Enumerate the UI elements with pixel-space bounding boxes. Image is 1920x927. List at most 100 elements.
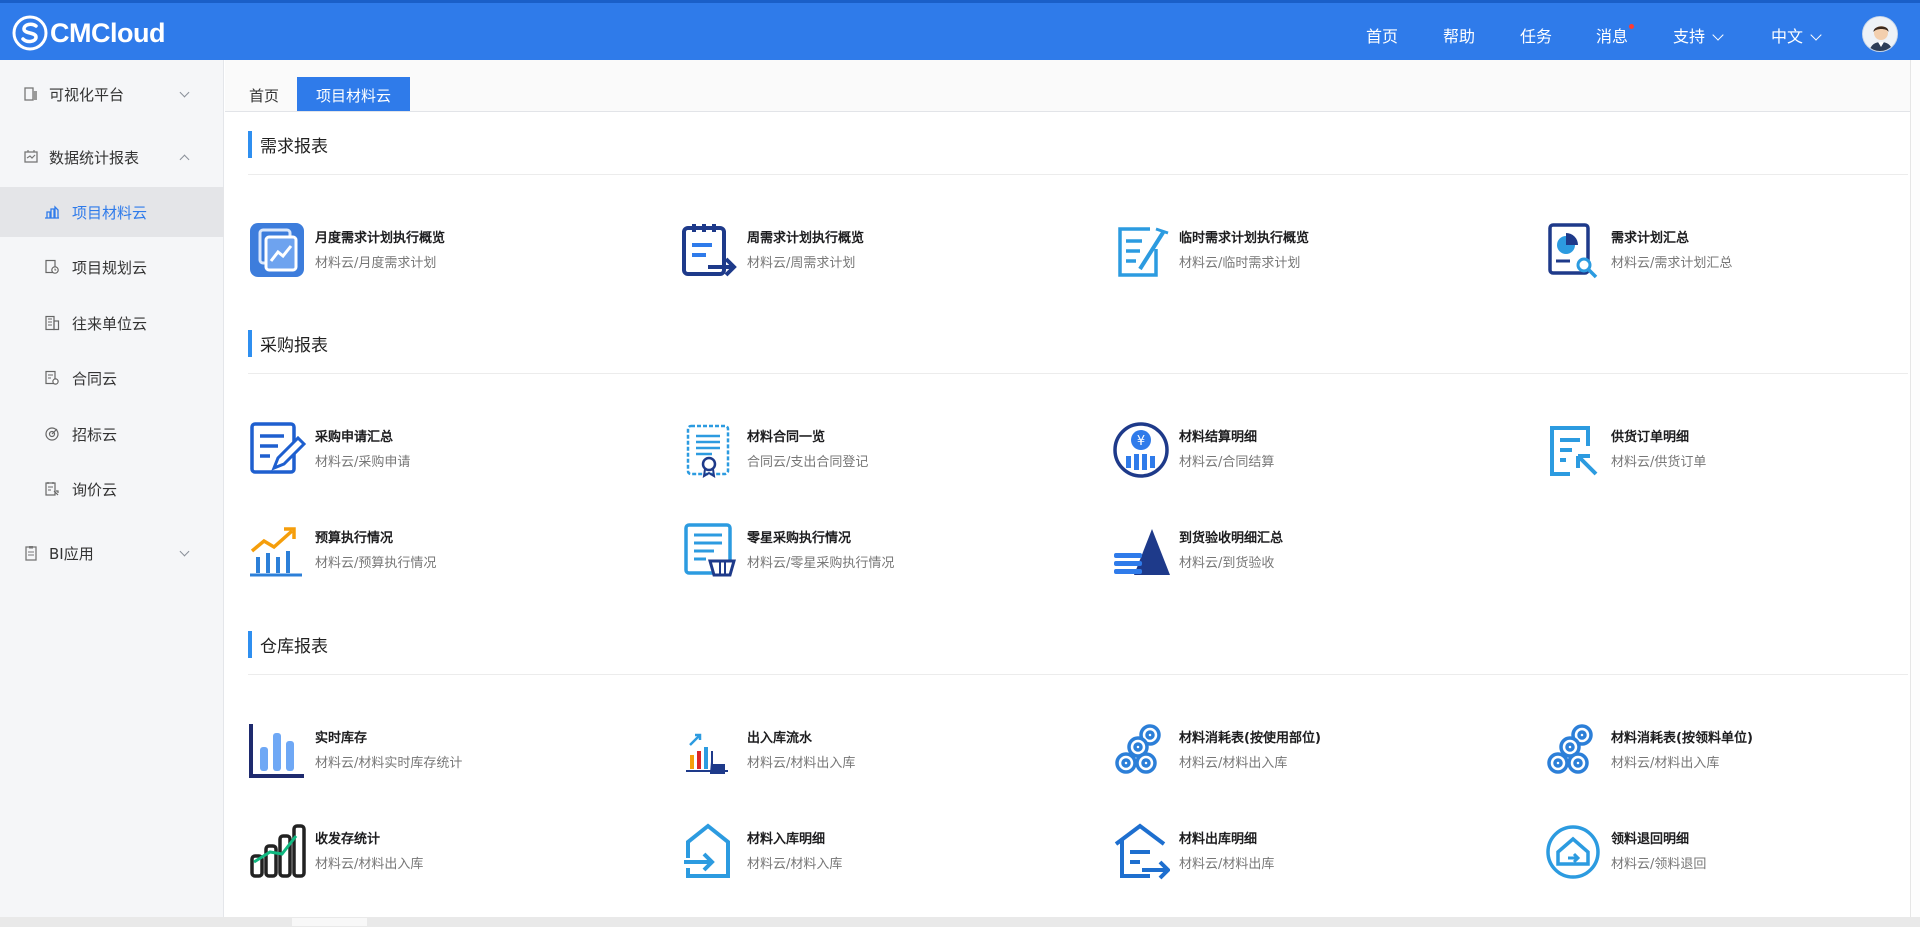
nav-support[interactable]: 支持	[1673, 23, 1724, 47]
report-card[interactable]: 供货订单明细 材料云/供货订单	[1544, 418, 1920, 478]
logo[interactable]: CMCloud	[12, 15, 165, 51]
sidebar-group-bi-label: BI应用	[49, 544, 94, 563]
report-path: 合同云/支出合同登记	[747, 455, 869, 470]
report-card[interactable]: 材料出库明细 材料云/材料出库	[1112, 820, 1532, 880]
report-path: 材料云/供货订单	[1611, 455, 1707, 470]
nav-messages-label: 消息	[1596, 27, 1629, 46]
report-path: 材料云/采购申请	[315, 455, 411, 470]
report-card[interactable]: ¥ 材料结算明细 材料云/合同结算	[1112, 418, 1532, 478]
nav-home[interactable]: 首页	[1366, 23, 1398, 47]
sidebar-item-contract[interactable]: 合同云	[0, 353, 224, 403]
temporary-plan-icon	[1118, 227, 1169, 277]
report-card[interactable]: 零星采购执行情况 材料云/零星采购执行情况	[680, 519, 1100, 579]
report-card[interactable]: 采购申请汇总 材料云/采购申请	[248, 418, 668, 478]
report-title: 材料消耗表(按使用部位)	[1179, 731, 1321, 746]
purchase-request-icon	[250, 422, 306, 474]
report-card[interactable]: 材料入库明细 材料云/材料入库	[680, 820, 1100, 880]
sidebar-item-material[interactable]: 项目材料云	[0, 187, 224, 237]
report-card[interactable]: 材料消耗表(按使用部位) 材料云/材料出入库	[1112, 719, 1532, 779]
building-icon	[45, 315, 60, 331]
report-path: 材料云/材料出入库	[315, 857, 424, 872]
sidebar-item-inquiry[interactable]: 询价云	[0, 464, 224, 514]
section-divider	[248, 373, 1908, 374]
sidebar: 可视化平台 数据统计报表 项目材料云 项目规划云 往来单位云 合同云 招标云 询…	[0, 60, 224, 917]
sidebar-item-bidding[interactable]: 招标云	[0, 409, 224, 459]
report-title: 采购申请汇总	[315, 430, 394, 445]
report-icon	[24, 150, 38, 163]
avatar[interactable]	[1862, 16, 1898, 52]
plan-summary-icon	[1548, 223, 1598, 279]
report-title: 预算执行情况	[315, 531, 394, 546]
sidebar-group-bi[interactable]: BI应用	[0, 529, 224, 577]
report-title: 收发存统计	[315, 832, 381, 847]
report-card[interactable]: 需求计划汇总 材料云/需求计划汇总	[1544, 219, 1920, 279]
report-title: 材料合同一览	[747, 430, 826, 445]
unread-dot	[1629, 24, 1635, 29]
section-demand-title: 需求报表	[248, 130, 328, 158]
section-accent-bar	[248, 130, 252, 158]
report-card[interactable]: 材料消耗表(按领料单位) 材料云/材料出入库	[1544, 719, 1920, 779]
document-clock-icon	[45, 259, 59, 274]
arrival-acceptance-icon	[1114, 529, 1170, 575]
section-divider	[248, 674, 1908, 675]
report-title: 材料入库明细	[747, 832, 826, 847]
horizontal-scrollbar[interactable]	[0, 917, 1920, 927]
chevron-up-icon	[179, 154, 190, 165]
pipes-icon	[1115, 724, 1161, 774]
section-title-text: 仓库报表	[260, 636, 328, 657]
report-card[interactable]: 领料退回明细 材料云/领料退回	[1544, 820, 1920, 880]
report-path: 材料云/材料实时库存统计	[315, 756, 463, 771]
report-card[interactable]: 月度需求计划执行概览 材料云/月度需求计划	[248, 219, 668, 279]
report-card[interactable]: 到货验收明细汇总 材料云/到货验收	[1112, 519, 1532, 579]
realtime-stock-icon	[249, 724, 304, 778]
nav-messages[interactable]: 消息	[1596, 23, 1635, 47]
tab-material[interactable]: 项目材料云	[297, 77, 410, 111]
report-card[interactable]: 出入库流水 材料云/材料出入库	[680, 719, 1100, 779]
weekly-plan-icon	[682, 224, 737, 277]
contract-list-icon	[686, 424, 730, 478]
nav-language-label: 中文	[1771, 27, 1804, 46]
report-title: 周需求计划执行概览	[747, 231, 865, 246]
report-path: 材料云/材料出库	[1179, 857, 1275, 872]
nav-language[interactable]: 中文	[1771, 23, 1822, 47]
scrollbar-thumb[interactable]	[292, 918, 367, 926]
sidebar-item-label: 往来单位云	[72, 315, 148, 333]
tab-home[interactable]: 首页	[243, 77, 285, 111]
sidebar-item-label: 招标云	[72, 426, 118, 444]
report-path: 材料云/合同结算	[1179, 455, 1275, 470]
svg-text:¥: ¥	[1137, 434, 1145, 449]
logo-icon	[12, 15, 48, 51]
sidebar-group-stats[interactable]: 数据统计报表	[0, 133, 224, 181]
report-card[interactable]: 预算执行情况 材料云/预算执行情况	[248, 519, 668, 579]
stock-out-icon	[1114, 823, 1170, 880]
section-divider	[248, 174, 1908, 175]
user-avatar-icon	[1863, 17, 1897, 51]
chevron-down-icon	[1712, 29, 1724, 41]
report-title: 零星采购执行情况	[747, 531, 852, 546]
report-card[interactable]: 材料合同一览 合同云/支出合同登记	[680, 418, 1100, 478]
sidebar-item-partners[interactable]: 往来单位云	[0, 298, 224, 348]
nav-support-label: 支持	[1673, 27, 1706, 46]
report-title: 需求计划汇总	[1611, 231, 1690, 246]
nav-tasks[interactable]: 任务	[1520, 23, 1552, 47]
vertical-scrollbar[interactable]	[1910, 60, 1920, 917]
report-path: 材料云/需求计划汇总	[1611, 256, 1733, 271]
report-path: 材料云/周需求计划	[747, 256, 856, 271]
report-card[interactable]: 临时需求计划执行概览 材料云/临时需求计划	[1112, 219, 1532, 279]
budget-execution-icon	[250, 527, 302, 577]
report-title: 材料出库明细	[1179, 832, 1258, 847]
report-title: 材料结算明细	[1179, 430, 1258, 445]
chevron-down-icon	[179, 87, 190, 98]
report-card[interactable]: 实时库存 材料云/材料实时库存统计	[248, 719, 668, 779]
report-card[interactable]: 周需求计划执行概览 材料云/周需求计划	[680, 219, 1100, 279]
report-path: 材料云/到货验收	[1179, 556, 1275, 571]
sidebar-group-visual[interactable]: 可视化平台	[0, 70, 224, 118]
stock-in-icon	[684, 823, 730, 878]
inquiry-icon	[45, 482, 59, 496]
report-path: 材料云/领料退回	[1611, 857, 1707, 872]
nav-help[interactable]: 帮助	[1443, 23, 1475, 47]
sidebar-item-label: 询价云	[72, 481, 118, 499]
logo-text: CMCloud	[50, 17, 165, 48]
report-card[interactable]: 收发存统计 材料云/材料出入库	[248, 820, 668, 880]
sidebar-item-planning[interactable]: 项目规划云	[0, 242, 224, 292]
